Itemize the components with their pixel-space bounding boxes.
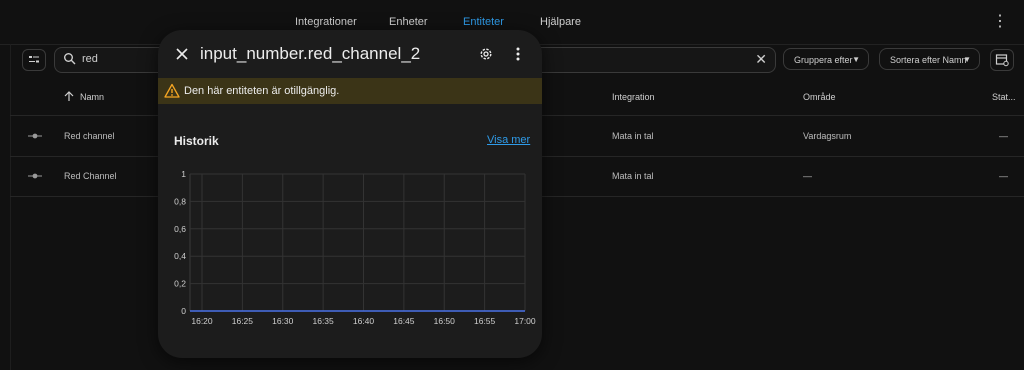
warning-text: Den här entiteten är otillgänglig.: [184, 85, 340, 97]
x-tick-label: 16:25: [232, 316, 254, 326]
column-header-integration[interactable]: Integration: [612, 92, 655, 102]
x-tick-label: 16:20: [191, 316, 213, 326]
unavailable-warning-banner: Den här entiteten är otillgänglig.: [158, 78, 542, 104]
slider-icon: [28, 173, 42, 179]
caret-down-icon: ▼: [963, 55, 971, 64]
entity-more-info-dialog: input_number.red_channel_2 Den här entit…: [158, 30, 542, 358]
slider-icon: [28, 133, 42, 139]
x-tick-label: 17:00: [514, 316, 536, 326]
x-tick-label: 16:40: [353, 316, 375, 326]
y-tick-label: 1: [181, 169, 186, 179]
search-icon: [64, 53, 76, 65]
search-value: red: [82, 53, 98, 65]
row-area: Vardagsrum: [803, 131, 852, 141]
row-integration: Mata in tal: [612, 171, 654, 181]
table-settings-button[interactable]: [990, 49, 1014, 71]
y-tick-label: 0,6: [174, 224, 186, 234]
y-tick-label: 0,4: [174, 251, 186, 261]
sort-by-button[interactable]: Sortera efter Namn ▼: [879, 48, 980, 70]
x-tick-label: 16:35: [312, 316, 334, 326]
caret-down-icon: ▼: [852, 55, 860, 64]
tab-entities[interactable]: Entiteter: [463, 16, 504, 28]
table-settings-icon: [995, 54, 1009, 67]
column-header-name[interactable]: Namn: [80, 92, 104, 102]
warning-icon: [164, 83, 180, 98]
row-name[interactable]: Red Channel: [64, 171, 117, 181]
sort-ascending-icon[interactable]: [63, 90, 75, 102]
row-area: —: [803, 171, 812, 181]
row-status: —: [999, 171, 1008, 181]
row-status: —: [999, 131, 1008, 141]
tab-integrations[interactable]: Integrationer: [295, 16, 357, 28]
show-more-link[interactable]: Visa mer: [487, 134, 530, 146]
tab-helpers[interactable]: Hjälpare: [540, 16, 581, 28]
y-tick-label: 0,2: [174, 279, 186, 289]
x-tick-label: 16:50: [434, 316, 456, 326]
tab-devices[interactable]: Enheter: [389, 16, 428, 28]
gear-icon[interactable]: [478, 46, 494, 62]
y-tick-label: 0: [181, 306, 186, 316]
x-tick-label: 16:45: [393, 316, 415, 326]
more-vertical-icon[interactable]: [510, 45, 526, 63]
group-by-button[interactable]: Gruppera efter ▼: [783, 48, 869, 70]
x-tick-label: 16:55: [474, 316, 496, 326]
sidebar-edge: [0, 44, 11, 370]
sort-by-label: Sortera efter Namn: [890, 55, 967, 65]
y-tick-label: 0,8: [174, 196, 186, 206]
group-by-label: Gruppera efter: [794, 55, 853, 65]
x-tick-label: 16:30: [272, 316, 294, 326]
dialog-title: input_number.red_channel_2: [200, 44, 421, 63]
overflow-menu-icon[interactable]: ⋮: [990, 12, 1010, 32]
column-header-area[interactable]: Område: [803, 92, 836, 102]
filter-toggle-button[interactable]: [22, 49, 46, 71]
history-chart: 0 0,2 0,4 0,6 0,8 1 16:20 16:25 16:30 16:35 16:40 1…: [174, 169, 536, 326]
row-integration: Mata in tal: [612, 131, 654, 141]
row-name[interactable]: Red channel: [64, 131, 115, 141]
column-header-status[interactable]: Stat...: [992, 92, 1016, 102]
filter-list-icon: [29, 56, 39, 63]
clear-search-icon[interactable]: ✕: [755, 51, 767, 68]
close-icon[interactable]: [174, 46, 190, 62]
history-heading: Historik: [174, 134, 219, 148]
